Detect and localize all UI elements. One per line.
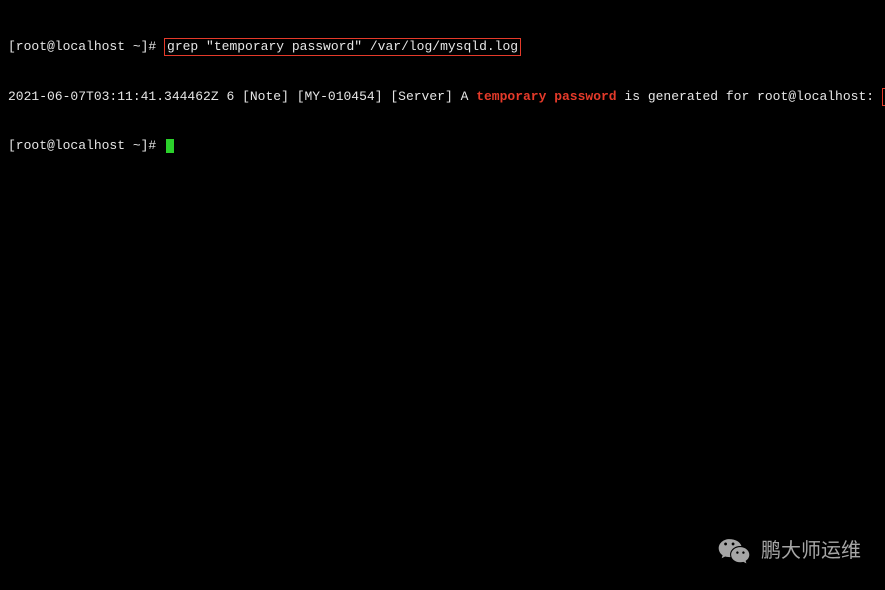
output-level: [Note]: [242, 89, 289, 104]
watermark-text: 鹏大师运维: [761, 543, 861, 559]
terminal-output[interactable]: [root@localhost ~]# grep "temporary pass…: [0, 0, 885, 176]
output-timestamp: 2021-06-07T03:11:41.344462Z: [8, 89, 219, 104]
command-line: [root@localhost ~]# grep "temporary pass…: [8, 38, 877, 56]
output-source: [Server]: [390, 89, 452, 104]
shell-prompt: [root@localhost ~]#: [8, 138, 164, 153]
grep-output-line: 2021-06-07T03:11:41.344462Z 6 [Note] [MY…: [8, 88, 877, 106]
output-pid: 6: [226, 89, 234, 104]
grep-match: temporary password: [476, 89, 616, 104]
output-post-match: is generated for root@localhost:: [617, 89, 882, 104]
grep-command-highlight: grep "temporary password" /var/log/mysql…: [164, 38, 521, 56]
wechat-icon: [717, 534, 751, 568]
grep-command: grep "temporary password" /var/log/mysql…: [167, 39, 518, 54]
watermark: 鹏大师运维: [717, 534, 861, 568]
shell-prompt: [root@localhost ~]#: [8, 39, 164, 54]
output-pre-match: A: [461, 89, 477, 104]
prompt-line: [root@localhost ~]#: [8, 138, 877, 154]
cursor: [166, 139, 174, 153]
output-code: [MY-010454]: [297, 89, 383, 104]
